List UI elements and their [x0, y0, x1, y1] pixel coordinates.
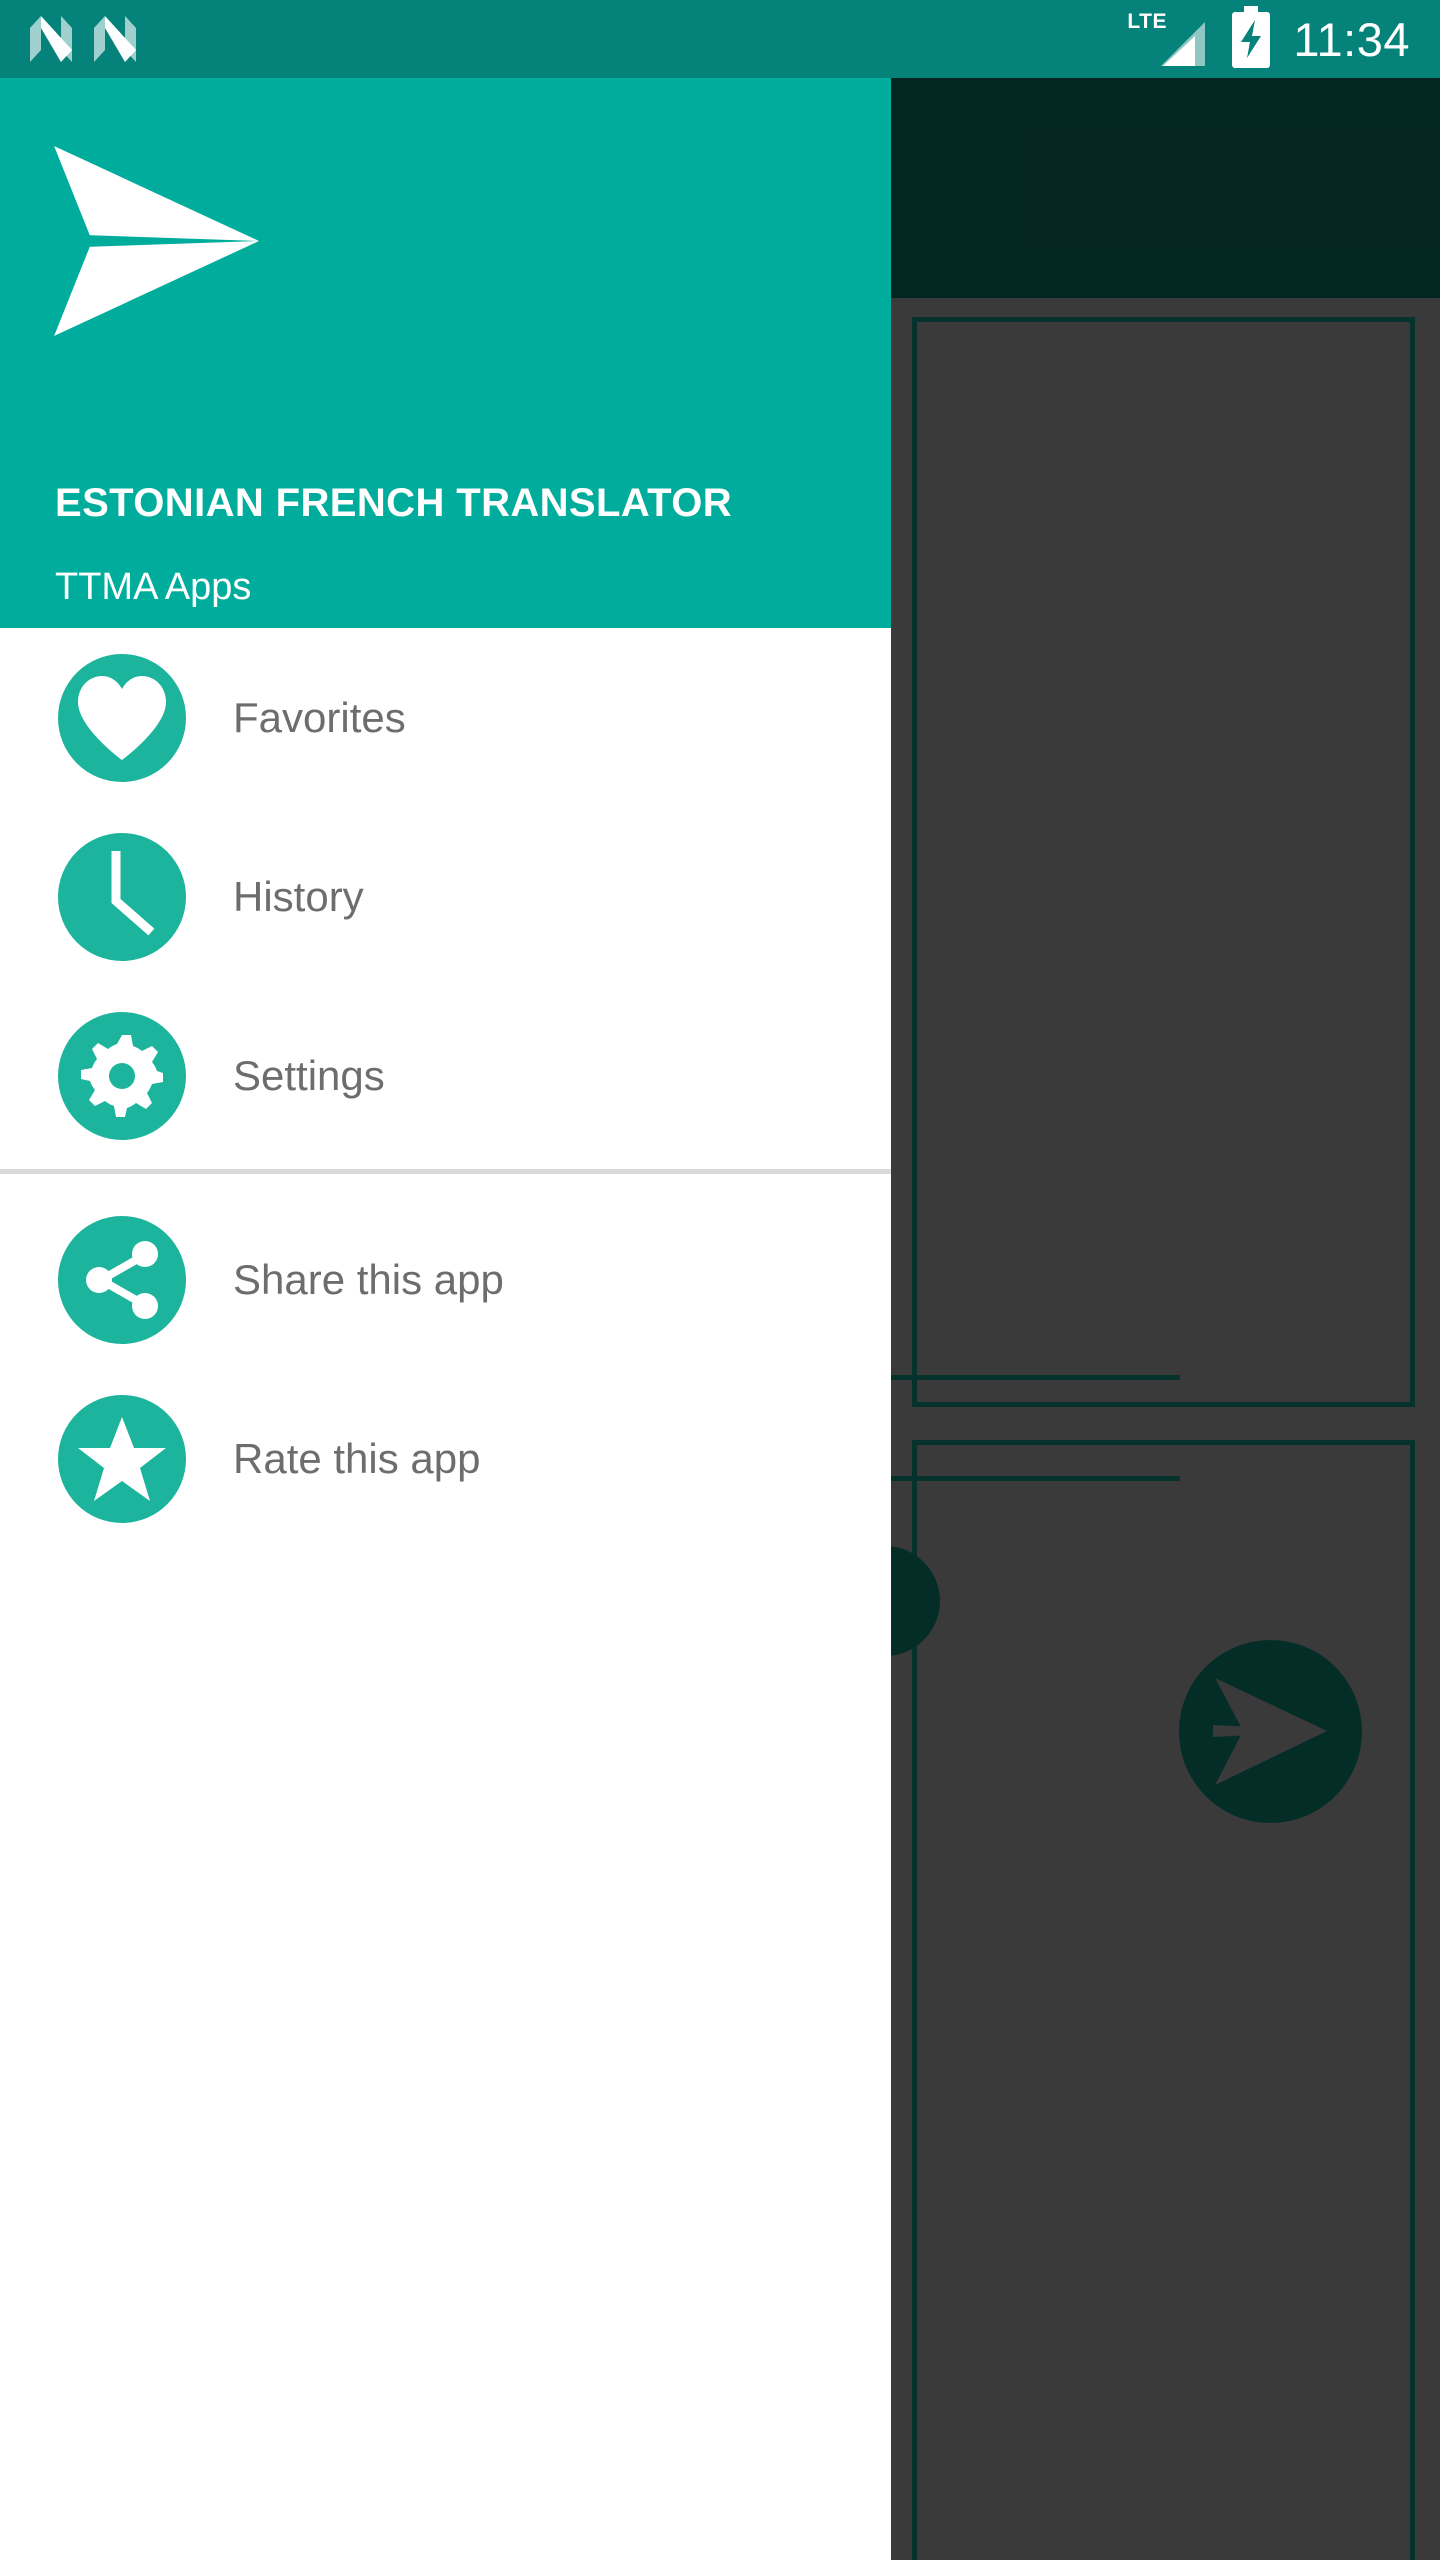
battery-charging-icon: [1229, 5, 1273, 73]
clock-icon: [58, 832, 186, 961]
translate-send-button[interactable]: [1179, 1640, 1362, 1823]
drawer-app-title: ESTONIAN FRENCH TRANSLATOR: [55, 481, 733, 525]
drawer-primary-menu: Favorites History Settings: [0, 628, 891, 1174]
status-bar-notifications: [30, 0, 136, 78]
drawer-item-label: Rate this app: [233, 1434, 481, 1482]
source-text-box[interactable]: [912, 317, 1415, 1407]
target-text-box[interactable]: [912, 1440, 1415, 2560]
drawer-item-share-this-app[interactable]: Share this app: [0, 1190, 891, 1369]
drawer-header: ESTONIAN FRENCH TRANSLATOR TTMA Apps: [0, 78, 891, 628]
gear-icon: [58, 1011, 186, 1140]
phone-screen: FRENCH: [0, 0, 1440, 2560]
drawer-item-rate-this-app[interactable]: Rate this app: [0, 1369, 891, 1548]
star-icon: [58, 1394, 186, 1523]
signal-bars-icon: LTE: [1127, 10, 1209, 66]
drawer-item-settings[interactable]: Settings: [0, 986, 891, 1165]
drawer-item-label: Favorites: [233, 693, 406, 741]
send-paper-plane-logo-icon: [54, 146, 269, 341]
drawer-item-favorites[interactable]: Favorites: [0, 628, 891, 807]
status-bar-clock: 11:34: [1293, 12, 1410, 66]
drawer-item-history[interactable]: History: [0, 807, 891, 986]
drawer-item-label: Settings: [233, 1051, 385, 1099]
status-bar-indicators: LTE 11:34: [1127, 0, 1410, 78]
navigation-drawer[interactable]: ESTONIAN FRENCH TRANSLATOR TTMA Apps Fav…: [0, 78, 891, 2560]
android-n-logo-icon: [94, 16, 136, 62]
drawer-secondary-menu: Share this app Rate this app: [0, 1174, 891, 1548]
status-bar: LTE 11:34: [0, 0, 1440, 78]
drawer-item-label: Share this app: [233, 1255, 504, 1303]
android-n-logo-icon: [30, 16, 72, 62]
heart-icon: [58, 653, 186, 782]
drawer-app-subtitle: TTMA Apps: [55, 566, 252, 608]
share-icon: [58, 1215, 186, 1344]
drawer-item-label: History: [233, 872, 364, 920]
